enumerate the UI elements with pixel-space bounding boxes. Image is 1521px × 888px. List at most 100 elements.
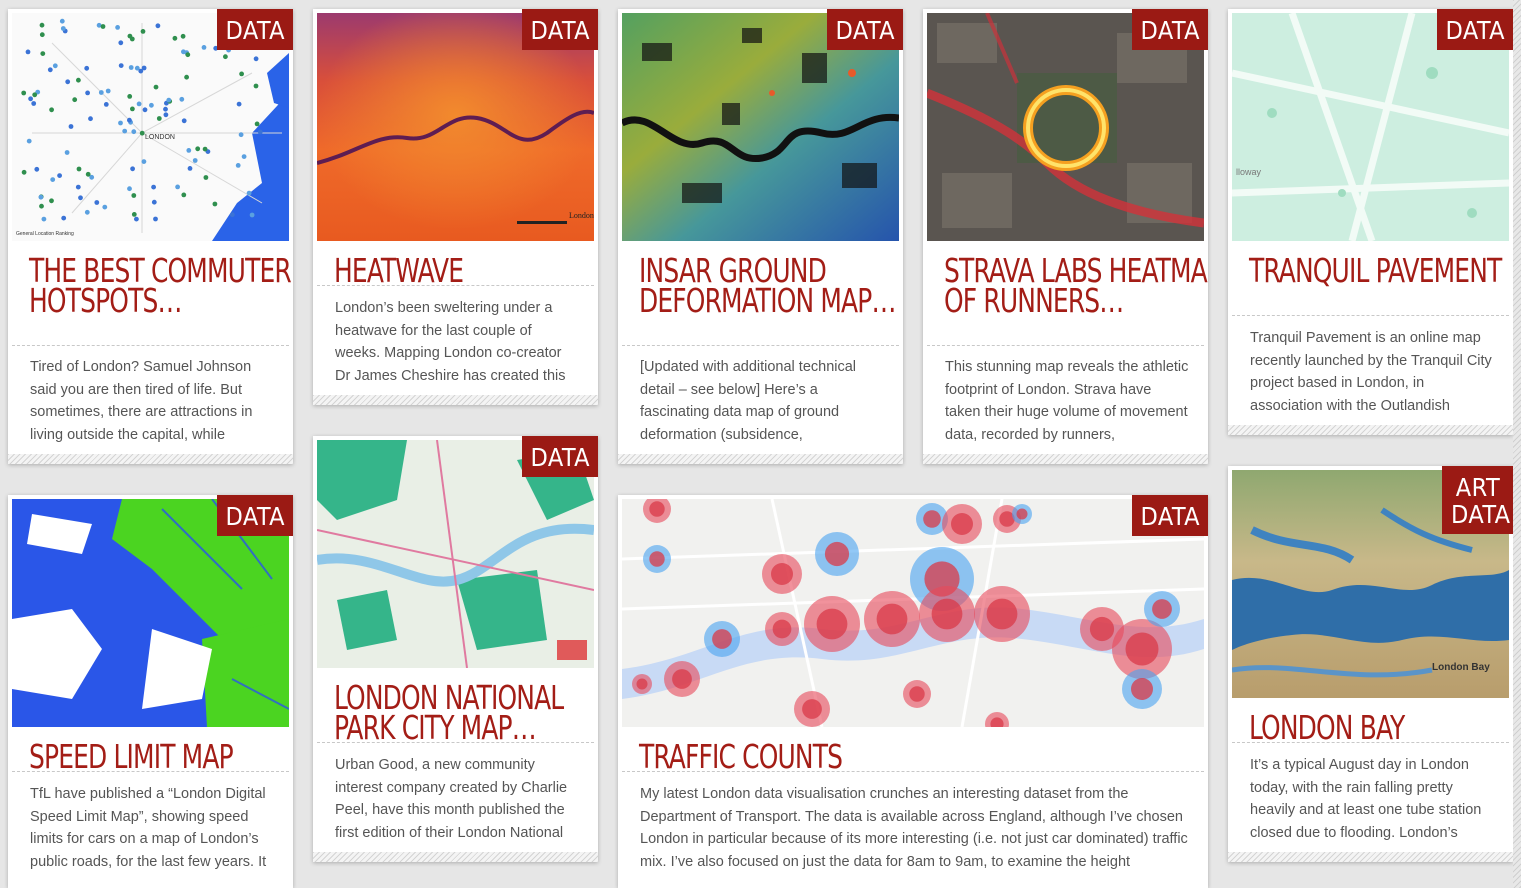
commuter-map-marker [118,63,124,68]
post-title[interactable]: LONDON NATIONAL PARK CITY MAP… [334,681,598,744]
commuter-map-marker [25,49,31,55]
category-badge[interactable]: DATA [216,495,293,536]
post-title[interactable]: THE BEST COMMUTER HOTSPOTS… [29,254,293,317]
traffic-count-bubble-core [672,669,692,689]
post-title[interactable]: STRAVA LABS HEATMAP OF RUNNERS… [944,254,1208,317]
commuter-map-marker [72,97,78,103]
post-card-commuter-hotspots[interactable]: LONDON General Location Ranking DATA THE… [8,9,293,464]
commuter-map-marker [34,166,40,172]
post-title[interactable]: INSAR GROUND DEFORMATION MAP… [639,254,903,317]
commuter-map-marker [179,96,185,102]
commuter-map-marker [151,199,157,205]
post-excerpt: [Updated with additional technical detai… [640,359,857,443]
title-divider [317,285,594,286]
post-card-insar[interactable]: DATA INSAR GROUND DEFORMATION MAP… [Upda… [618,9,903,464]
title-divider [622,345,899,346]
commuter-map-marker [187,166,193,171]
category-badge[interactable]: DATA [521,436,598,477]
commuter-map-marker [118,40,124,46]
commuter-map-marker [78,195,83,201]
traffic-count-bubble-core [824,541,850,567]
post-excerpt: TfL have published a “London Digital Spe… [30,786,267,870]
commuter-map-marker [195,146,201,152]
category-badge[interactable]: ART DATA [1442,466,1513,534]
post-title[interactable]: HEATWAVE [334,254,598,287]
page-edge-decoration [1513,0,1521,888]
commuter-map-marker [122,128,128,134]
commuter-map-marker [212,201,218,207]
post-title[interactable]: TRANQUIL PAVEMENT [1249,254,1513,287]
commuter-map-marker [131,212,137,217]
traffic-count-bubble-core [1089,616,1115,642]
commuter-map-marker [257,129,263,135]
commuter-map-marker [64,150,70,155]
commuter-map-marker [60,26,66,31]
commuter-map-marker [65,79,71,85]
traffic-count-bubble-core [816,608,848,640]
commuter-map-marker [31,101,37,106]
post-card-strava[interactable]: DATA STRAVA LABS HEATMAP OF RUNNERS… Thi… [923,9,1208,464]
tranquil-map-street-label: lloway [1236,167,1262,177]
commuter-map-marker [203,175,209,180]
post-card-traffic-counts[interactable]: DATA TRAFFIC COUNTS My latest London dat… [618,495,1208,888]
traffic-count-bubble-core [649,551,665,567]
commuter-map-marker [75,184,81,190]
post-card-speed-limit[interactable]: DATA SPEED LIMIT MAP TfL have published … [8,495,293,888]
card-footer-hatch [313,852,598,862]
post-title[interactable]: TRAFFIC COUNTS [639,740,1208,773]
commuter-map-marker [186,148,192,153]
traffic-count-bubble-core [923,510,941,528]
commuter-map-marker [181,192,187,198]
post-card-heatwave[interactable]: London DATA HEATWAVE London’s been swelt… [313,9,598,405]
category-badge[interactable]: DATA [826,9,903,50]
commuter-map-marker [141,159,147,165]
commuter-map-marker [153,216,158,222]
commuter-map-marker [202,146,208,152]
commuter-map-marker [115,25,120,30]
card-footer-hatch [313,395,598,405]
post-excerpt: This stunning map reveals the athletic f… [945,359,1189,443]
category-badge[interactable]: DATA [1436,9,1513,50]
category-badge[interactable]: DATA [1131,495,1208,536]
card-footer-hatch [1228,852,1513,862]
traffic-count-bubble-core [986,598,1018,630]
commuter-map-marker [39,203,44,209]
commuter-map-marker [136,101,142,107]
commuter-map-marker [180,33,186,39]
commuter-map-marker [128,65,134,70]
title-divider [317,742,594,743]
commuter-map-marker [127,33,133,39]
commuter-map-marker [142,107,148,113]
traffic-count-bubble-core [636,678,648,690]
card-footer-hatch [1228,425,1513,435]
commuter-map-marker [229,212,235,218]
commuter-map-marker [163,106,168,112]
commuter-map-marker [140,29,146,34]
post-title[interactable]: LONDON BAY [1249,711,1513,744]
category-badge[interactable]: DATA [1131,9,1208,50]
commuter-map-marker [138,68,144,74]
commuter-map-marker [61,215,67,221]
card-footer-hatch [618,454,903,464]
post-thumbnail[interactable] [622,499,1204,727]
title-divider [622,771,1204,772]
post-card-london-bay[interactable]: London Bay ART DATA LONDON BAY It’s a ty… [1228,466,1513,862]
commuter-map-marker [185,52,191,58]
post-title[interactable]: SPEED LIMIT MAP [29,740,293,773]
commuter-map-marker [192,158,198,163]
commuter-map-marker [84,65,90,71]
commuter-map-marker [57,173,62,179]
post-card-national-park[interactable]: DATA LONDON NATIONAL PARK CITY MAP… Urba… [313,436,598,862]
commuter-map-marker [100,24,106,29]
category-badge[interactable]: DATA [521,9,598,50]
commuter-map-center-label: LONDON [145,134,175,141]
commuter-map-marker [21,169,27,175]
commuter-map-marker [163,112,169,118]
category-badge[interactable]: DATA [216,9,293,50]
commuter-map-marker [156,116,162,121]
traffic-count-bubble-core [771,563,793,585]
commuter-map-marker [38,194,44,200]
post-card-tranquil-pavement[interactable]: lloway DATA TRANQUIL PAVEMENT Tranquil P… [1228,9,1513,435]
commuter-map-marker [49,107,54,113]
commuter-map-marker [223,54,228,60]
